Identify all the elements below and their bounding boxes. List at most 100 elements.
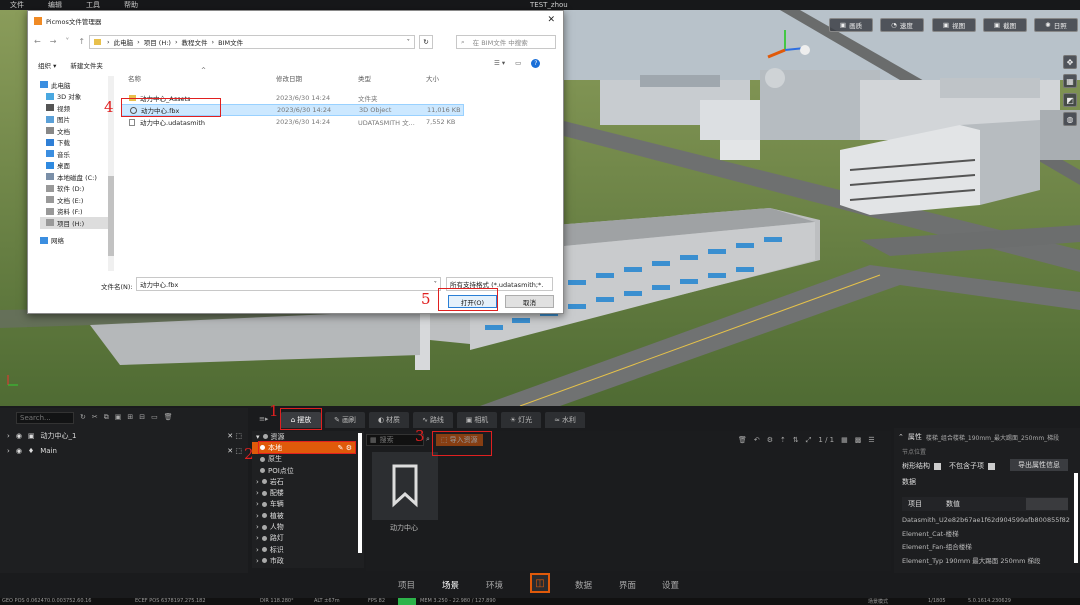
logo-icon[interactable]: ◫	[530, 573, 550, 593]
ungroup-icon[interactable]: ⊟	[139, 413, 145, 422]
sidebar-item-desktop[interactable]: 桌面	[40, 160, 114, 172]
close-icon[interactable]: ✕	[547, 15, 555, 25]
outliner-row[interactable]: › ◉ ▣ 动力中心_1 ✕ ⬚	[0, 430, 248, 442]
category-item[interactable]: › 标识	[252, 544, 364, 555]
category-item[interactable]: › 路灯	[252, 533, 364, 544]
grid-icon[interactable]: ▦	[1063, 74, 1077, 88]
path-drive[interactable]: 项目 (H:)	[144, 37, 171, 47]
sort-icon[interactable]: ⇅	[793, 436, 799, 445]
globe-icon[interactable]: ◍	[1063, 112, 1077, 126]
move-up-icon[interactable]: ⇡	[780, 436, 786, 445]
outliner-row[interactable]: › ◉ ♦ Main ✕ ⬚	[0, 445, 248, 457]
tab-brush[interactable]: ✎ 画刷	[325, 412, 365, 428]
category-item[interactable]: › 植被	[252, 510, 364, 521]
chevron-down-icon[interactable]: ˅	[407, 38, 410, 46]
category-item[interactable]: › 人物	[252, 521, 364, 532]
delete-icon[interactable]: 🗑	[738, 436, 747, 445]
grid-large-icon[interactable]: ▦	[841, 436, 848, 445]
category-item[interactable]: › 车辆	[252, 499, 364, 510]
export-button[interactable]: 导出属性信息	[1010, 459, 1068, 471]
nav-settings[interactable]: 设置	[662, 579, 679, 591]
sidebar-item-drive-d[interactable]: 软件 (D:)	[40, 183, 114, 195]
refresh-icon[interactable]: ↻	[419, 35, 433, 49]
menu-edit[interactable]: 编辑	[48, 0, 62, 10]
sidebar-item-drive-c[interactable]: 本地磁盘 (C:)	[40, 171, 114, 183]
tab-camera[interactable]: ▣ 相机	[457, 412, 497, 428]
collapse-icon[interactable]: ⌃	[898, 433, 904, 441]
address-bar[interactable]: › 此电脑 › 项目 (H:) › 教程文件 › BIM文件 ˅	[89, 35, 415, 49]
filename-input[interactable]: 动力中心.fbx ˅	[136, 277, 441, 291]
close-icon[interactable]: ✕ ⬚	[227, 447, 242, 455]
sidebar-item-downloads[interactable]: 下载	[40, 137, 114, 149]
layers-icon[interactable]: ◩	[1063, 93, 1077, 107]
col-date[interactable]: 修改日期	[276, 73, 302, 83]
search-icon[interactable]: ⌕	[426, 435, 430, 444]
category-item[interactable]: › 岩石	[252, 476, 364, 487]
tab-material[interactable]: ◐ 材质	[369, 412, 409, 428]
list-icon[interactable]: ≡▸	[259, 415, 268, 423]
nav-ui[interactable]: 界面	[619, 579, 636, 591]
tab-water[interactable]: ≈ 水利	[545, 412, 585, 428]
search-input[interactable]: ⌕ 在 BIM文件 中搜索	[456, 35, 556, 49]
eye-icon[interactable]: ◉	[16, 447, 22, 455]
back-icon[interactable]: ←	[34, 37, 41, 46]
path-this-pc[interactable]: 此电脑	[114, 37, 134, 47]
path-tutorial[interactable]: 教程文件	[182, 37, 208, 47]
category-item[interactable]: › 配楼	[252, 487, 364, 498]
nav-scene[interactable]: 场景	[442, 579, 459, 591]
forward-icon[interactable]: →	[50, 37, 57, 46]
nav-data[interactable]: 数据	[575, 579, 592, 591]
path-bim[interactable]: BIM文件	[218, 37, 243, 47]
preview-pane-icon[interactable]: ▭	[515, 59, 521, 68]
sidebar-item-docs[interactable]: 文档	[40, 125, 114, 137]
speed-button[interactable]: ◔ 速度	[880, 18, 924, 32]
list-icon[interactable]: ☰	[868, 436, 874, 445]
include-children-checkbox[interactable]	[988, 462, 995, 470]
undo-icon[interactable]: ↶	[754, 436, 760, 445]
sidebar-item-pictures[interactable]: 图片	[40, 114, 114, 126]
col-name[interactable]: 名称	[128, 73, 141, 83]
asset-thumbnail[interactable]	[372, 452, 438, 520]
new-folder-button[interactable]: 新建文件夹	[70, 60, 103, 70]
refresh-icon[interactable]: ↻	[80, 413, 86, 422]
sunlight-button[interactable]: ✺ 日照	[1034, 18, 1078, 32]
up-icon[interactable]: ↑	[78, 37, 85, 46]
group-icon[interactable]: ⊞	[127, 413, 133, 422]
help-icon[interactable]: ?	[531, 59, 541, 68]
menu-tools[interactable]: 工具	[86, 0, 100, 10]
sidebar-item-network[interactable]: 网络	[40, 235, 114, 247]
category-item[interactable]: 原生	[252, 454, 364, 465]
nav-project[interactable]: 项目	[398, 579, 415, 591]
close-icon[interactable]: ✕ ⬚	[227, 432, 242, 440]
quality-button[interactable]: ▣ 画质	[829, 18, 873, 32]
sidebar-item-drive-e[interactable]: 文档 (E:)	[40, 194, 114, 206]
screenshot-button[interactable]: ▣ 截图	[983, 18, 1027, 32]
expand-icon[interactable]: ›	[7, 432, 10, 440]
expand-icon[interactable]: ⤢	[806, 436, 812, 445]
paste-icon[interactable]: ▣	[115, 413, 122, 422]
view-button[interactable]: ▣ 视图	[932, 18, 976, 32]
sidebar-item-video[interactable]: 视频	[40, 102, 114, 114]
eye-icon[interactable]: ◉	[16, 432, 22, 440]
sidebar-item-music[interactable]: 音乐	[40, 148, 114, 160]
col-type[interactable]: 类型	[358, 73, 371, 83]
col-size[interactable]: 大小	[426, 73, 439, 83]
chevron-down-icon[interactable]: ˅	[434, 280, 437, 288]
menu-file[interactable]: 文件	[10, 0, 24, 10]
tab-light[interactable]: ☀ 灯光	[501, 412, 541, 428]
chevron-down-icon[interactable]: ˅	[65, 37, 69, 46]
view-mode-icon[interactable]: ☰ ▾	[494, 59, 505, 68]
cancel-button[interactable]: 取消	[505, 295, 554, 308]
sidebar-item-this-pc[interactable]: 此电脑	[40, 79, 114, 91]
file-row[interactable]: 动力中心.udatasmith 2023/6/30 14:24 UDATASMI…	[121, 116, 464, 128]
sidebar-item-drive-h[interactable]: 项目 (H:)	[40, 217, 114, 229]
move-icon[interactable]: ✥	[1063, 55, 1077, 69]
delete-icon[interactable]: 🗑	[164, 413, 173, 422]
cut-icon[interactable]: ✂	[92, 413, 98, 422]
category-scrollbar[interactable]	[358, 433, 362, 553]
folder-add-icon[interactable]: ▭	[151, 413, 158, 422]
menu-help[interactable]: 帮助	[124, 0, 138, 10]
sidebar-item-3d[interactable]: 3D 对象	[40, 91, 114, 103]
nav-environment[interactable]: 环境	[486, 579, 503, 591]
category-item[interactable]: POI点位	[252, 465, 364, 476]
